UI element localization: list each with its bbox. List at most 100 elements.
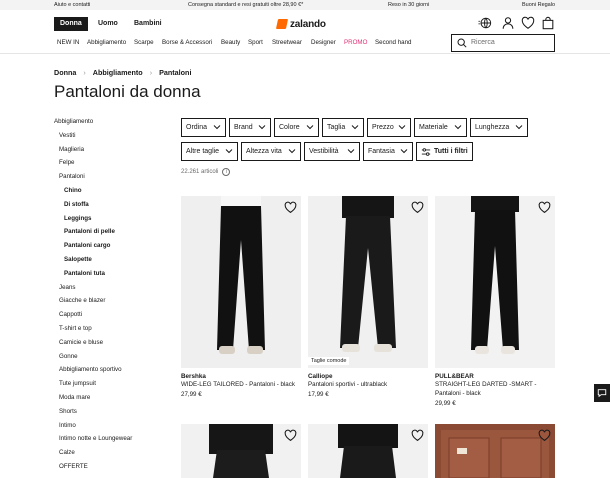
wishlist-heart-icon[interactable] (284, 201, 297, 214)
product-card[interactable] (308, 424, 428, 478)
breadcrumb: Donna › Abbigliamento › Pantaloni (54, 68, 191, 77)
gender-tab-uomo[interactable]: Uomo (92, 17, 124, 31)
product-tag: Taglie comode (308, 357, 350, 365)
nav-beauty[interactable]: Beauty (221, 39, 240, 46)
sidebar-item-maglieria[interactable]: Maglieria (59, 146, 84, 153)
sidebar-item-tshirt-e-top[interactable]: T-shirt e top (59, 325, 92, 332)
chevron-down-icon (213, 125, 221, 130)
nav-abbigliamento[interactable]: Abbigliamento (87, 39, 126, 46)
wishlist-heart-icon[interactable] (411, 429, 424, 442)
sidebar-item-pantaloni[interactable]: Pantaloni (59, 173, 85, 180)
filter-altezza-vita[interactable]: Altezza vita (241, 142, 301, 161)
filter-taglia[interactable]: Taglia (322, 118, 364, 137)
info-icon[interactable]: i (222, 168, 231, 176)
product-image[interactable]: Taglie comode (308, 196, 428, 368)
product-name: Pantaloni sportivi - ultrablack (308, 381, 388, 388)
sidebar-item-shorts[interactable]: Shorts (59, 408, 77, 415)
wishlist-heart-icon[interactable] (538, 429, 551, 442)
filter-vestibilita[interactable]: Vestibilità (304, 142, 360, 161)
breadcrumb-donna[interactable]: Donna (54, 68, 76, 77)
filter-ordina[interactable]: Ordina (181, 118, 226, 137)
zalando-logo[interactable]: zalando (275, 17, 326, 31)
results-count: 22.261 articoli i (181, 168, 231, 176)
sidebar-item-felpe[interactable]: Felpe (59, 159, 74, 166)
search-placeholder: Ricerca (471, 39, 495, 46)
returns-info[interactable]: Reso in 30 giorni (388, 2, 429, 8)
product-photo (308, 196, 428, 368)
nav-scarpe[interactable]: Scarpe (134, 39, 154, 46)
chevron-down-icon (398, 125, 406, 130)
wishlist-heart-icon[interactable] (284, 429, 297, 442)
product-photo (435, 196, 555, 368)
sidebar-item-pantaloni-tuta[interactable]: Pantaloni tuta (64, 270, 105, 277)
sidebar-item-pantaloni-cargo[interactable]: Pantaloni cargo (64, 242, 110, 249)
nav-second-hand[interactable]: Second hand (375, 39, 411, 46)
header: Donna Uomo Bambini zalando NEW IN Abbigl… (0, 10, 610, 54)
gender-tab-donna[interactable]: Donna (54, 17, 88, 31)
sidebar-item-intimo-notte[interactable]: Intimo notte e Loungewear (59, 435, 132, 442)
product-image[interactable] (181, 424, 301, 478)
sidebar-item-salopette[interactable]: Salopette (64, 256, 92, 263)
product-card[interactable] (435, 424, 555, 478)
shipping-info[interactable]: Consegna standard e resi gratuiti oltre … (188, 2, 303, 8)
sidebar-item-abbigliamento[interactable]: Abbigliamento (54, 118, 93, 125)
product-price: 17,99 € (308, 391, 329, 398)
breadcrumb-abbigliamento[interactable]: Abbigliamento (93, 68, 143, 77)
chevron-down-icon (347, 149, 355, 154)
sidebar-item-camicie-e-bluse[interactable]: Camicie e bluse (59, 339, 103, 346)
account-icon[interactable] (501, 16, 515, 30)
product-photo (435, 424, 555, 478)
sidebar-item-offerte[interactable]: OFFERTE (59, 463, 88, 470)
filter-materiale[interactable]: Materiale (414, 118, 467, 137)
nav-promo[interactable]: PROMO (344, 39, 367, 46)
language-globe-icon[interactable] (478, 16, 492, 30)
nav-new-in[interactable]: NEW IN (57, 39, 79, 46)
filter-fantasia[interactable]: Fantasia (363, 142, 413, 161)
sidebar-item-di-stoffa[interactable]: Di stoffa (64, 201, 89, 208)
all-filters-button[interactable]: Tutti i filtri (416, 142, 473, 161)
help-link[interactable]: Aiuto e contatti (54, 2, 90, 8)
sidebar-item-gonne[interactable]: Gonne (59, 353, 78, 360)
sidebar-item-chino[interactable]: Chino (64, 187, 82, 194)
product-image[interactable] (308, 424, 428, 478)
sidebar-item-abbigliamento-sportivo[interactable]: Abbigliamento sportivo (59, 366, 122, 373)
shopping-bag-icon[interactable] (541, 16, 555, 30)
breadcrumb-pantaloni[interactable]: Pantaloni (159, 68, 191, 77)
nav-designer[interactable]: Designer (311, 39, 336, 46)
sidebar-item-calze[interactable]: Calze (59, 449, 75, 456)
nav-borse-accessori[interactable]: Borse & Accessori (162, 39, 212, 46)
gift-card-link[interactable]: Buoni Regalo (522, 2, 555, 8)
search-input[interactable]: Ricerca (451, 34, 555, 52)
product-card[interactable] (181, 424, 301, 478)
sidebar-item-pantaloni-di-pelle[interactable]: Pantaloni di pelle (64, 228, 115, 235)
filter-prezzo[interactable]: Prezzo (367, 118, 411, 137)
top-info-bar: Aiuto e contatti Consegna standard e res… (0, 0, 610, 10)
nav-sport[interactable]: Sport (248, 39, 263, 46)
product-image[interactable] (435, 196, 555, 368)
sidebar-item-cappotti[interactable]: Cappotti (59, 311, 82, 318)
product-brand: PULL&BEAR (435, 373, 474, 380)
gender-tab-bambini[interactable]: Bambini (128, 17, 168, 31)
filter-brand[interactable]: Brand (229, 118, 271, 137)
nav-streetwear[interactable]: Streetwear (272, 39, 302, 46)
sidebar-item-vestiti[interactable]: Vestiti (59, 132, 76, 139)
sidebar-item-leggings[interactable]: Leggings (64, 215, 92, 222)
chevron-down-icon (400, 149, 408, 154)
product-image[interactable] (181, 196, 301, 368)
filter-lunghezza[interactable]: Lunghezza (470, 118, 528, 137)
product-photo (181, 424, 301, 478)
sidebar-item-giacche-e-blazer[interactable]: Giacche e blazer (59, 297, 105, 304)
chevron-down-icon (351, 125, 359, 130)
wishlist-heart-icon[interactable] (521, 16, 535, 30)
sidebar-item-tute-jumpsuit[interactable]: Tute jumpsuit (59, 380, 96, 387)
feedback-side-button[interactable] (594, 384, 610, 402)
sidebar-item-intimo[interactable]: Intimo (59, 422, 76, 429)
sidebar-item-jeans[interactable]: Jeans (59, 284, 76, 291)
wishlist-heart-icon[interactable] (411, 201, 424, 214)
product-image[interactable] (435, 424, 555, 478)
product-photo (181, 196, 301, 368)
filter-altre-taglie[interactable]: Altre taglie (181, 142, 238, 161)
wishlist-heart-icon[interactable] (538, 201, 551, 214)
filter-colore[interactable]: Colore (274, 118, 319, 137)
sidebar-item-moda-mare[interactable]: Moda mare (59, 394, 90, 401)
